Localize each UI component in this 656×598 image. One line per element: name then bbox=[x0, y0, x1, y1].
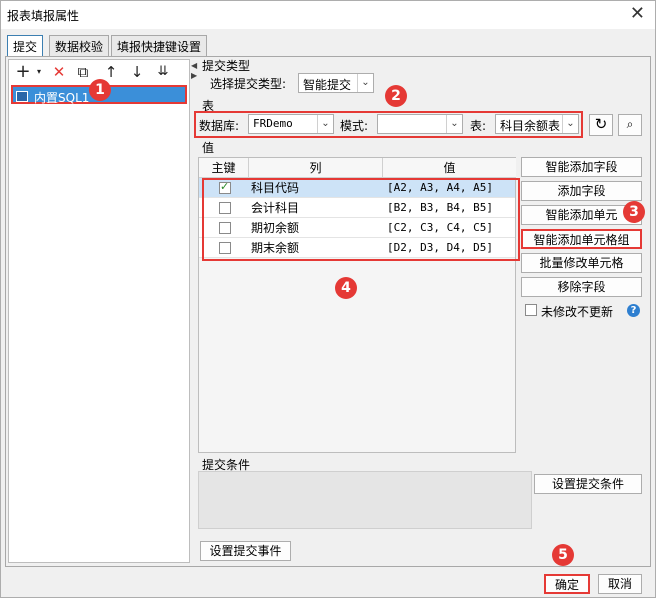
dialog-window: 报表填报属性 ✕ 提交 数据校验 填报快捷键设置 + ▾ ✕ ⧉ ↑ ↓ ⇊ 内… bbox=[0, 0, 656, 598]
delete-icon[interactable]: ✕ bbox=[49, 62, 69, 82]
refresh-icon[interactable]: ↻ bbox=[589, 114, 613, 136]
sort-icon[interactable]: ⇊ bbox=[153, 62, 173, 82]
datasource-panel: + ▾ ✕ ⧉ ↑ ↓ ⇊ 内置SQL1 bbox=[8, 59, 190, 563]
smart-add-cell-group-button[interactable]: 智能添加单元格组 bbox=[521, 229, 642, 249]
add-dropdown-icon[interactable]: ▾ bbox=[29, 62, 49, 82]
schema-label: 模式: bbox=[340, 119, 369, 133]
header-column[interactable]: 列 bbox=[249, 158, 383, 178]
move-down-icon[interactable]: ↓ bbox=[127, 62, 147, 82]
submit-type-value: 智能提交 bbox=[303, 78, 352, 92]
no-update-unmodified-checkbox[interactable] bbox=[525, 304, 537, 316]
window-title: 报表填报属性 bbox=[7, 9, 80, 23]
chevron-down-icon: ⌄ bbox=[446, 115, 462, 133]
table-value: 科目余额表 bbox=[500, 119, 561, 133]
set-submit-condition-button[interactable]: 设置提交条件 bbox=[534, 474, 642, 494]
header-value[interactable]: 值 bbox=[383, 158, 516, 178]
tab-data-validation[interactable]: 数据校验 bbox=[49, 35, 110, 57]
datasource-label: 内置SQL1 bbox=[34, 91, 90, 105]
close-icon[interactable]: ✕ bbox=[630, 4, 645, 24]
tab-submit[interactable]: 提交 bbox=[7, 35, 44, 58]
table-icon bbox=[16, 91, 28, 102]
rows-highlight bbox=[202, 178, 520, 261]
submit-type-label: 选择提交类型: bbox=[210, 77, 287, 91]
database-select[interactable]: FRDemo ⌄ bbox=[248, 114, 334, 134]
collapse-left-icon[interactable]: ◀ bbox=[191, 61, 197, 70]
submit-type-select[interactable]: 智能提交 ⌄ bbox=[298, 73, 374, 93]
field-mapping-table: 主键 列 值 科目代码 [A2, A3, A4, A5] 会计科目 [B2, B… bbox=[198, 157, 520, 453]
add-field-button[interactable]: 添加字段 bbox=[521, 181, 642, 201]
schema-select[interactable]: ⌄ bbox=[377, 114, 463, 134]
database-value: FRDemo bbox=[253, 117, 293, 130]
preview-table-icon[interactable]: ⌕ bbox=[618, 114, 642, 136]
remove-field-button[interactable]: 移除字段 bbox=[521, 277, 642, 297]
tab-shortcut-settings[interactable]: 填报快捷键设置 bbox=[111, 35, 208, 57]
help-icon[interactable]: ? bbox=[627, 304, 640, 317]
submit-condition-area bbox=[198, 471, 532, 529]
chevron-down-icon: ⌄ bbox=[562, 115, 578, 133]
chevron-down-icon: ⌄ bbox=[357, 74, 373, 92]
badge-1: 1 bbox=[89, 79, 111, 101]
smart-add-field-button[interactable]: 智能添加字段 bbox=[521, 157, 642, 177]
badge-5: 5 bbox=[552, 544, 574, 566]
table-label: 表: bbox=[470, 119, 487, 133]
table-select[interactable]: 科目余额表 ⌄ bbox=[495, 114, 579, 134]
expand-right-icon[interactable]: ▶ bbox=[191, 71, 197, 80]
title-bar: 报表填报属性 ✕ bbox=[1, 1, 655, 29]
value-heading: 值 bbox=[202, 141, 215, 155]
header-key[interactable]: 主键 bbox=[199, 158, 249, 178]
set-submit-event-button[interactable]: 设置提交事件 bbox=[200, 541, 291, 561]
ok-button[interactable]: 确定 bbox=[544, 574, 590, 594]
submit-type-heading: 提交类型 bbox=[202, 59, 251, 73]
badge-4: 4 bbox=[335, 277, 357, 299]
database-label: 数据库: bbox=[199, 119, 240, 133]
badge-2: 2 bbox=[385, 85, 407, 107]
cancel-button[interactable]: 取消 bbox=[598, 574, 642, 594]
batch-modify-cells-button[interactable]: 批量修改单元格 bbox=[521, 253, 642, 273]
chevron-down-icon: ⌄ bbox=[317, 115, 333, 133]
no-update-unmodified-label: 未修改不更新 bbox=[541, 305, 614, 319]
badge-3: 3 bbox=[623, 201, 645, 223]
copy-icon[interactable]: ⧉ bbox=[73, 62, 93, 82]
